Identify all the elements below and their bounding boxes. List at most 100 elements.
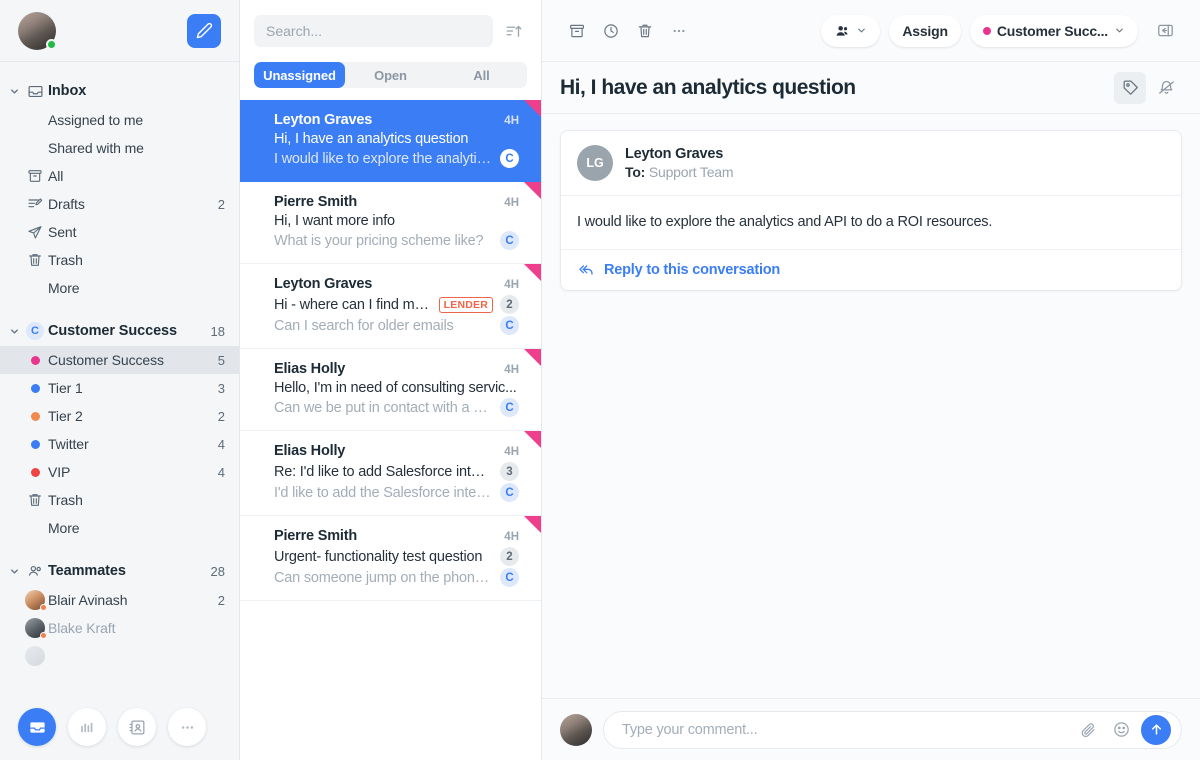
sidebar-item-trash-cs[interactable]: Trash <box>0 486 239 514</box>
filter-tab-all[interactable]: All <box>436 62 527 88</box>
emoji-button[interactable] <box>1108 717 1134 743</box>
filter-tab-unassigned[interactable]: Unassigned <box>254 62 345 88</box>
conversation-subject: Hi - where can I find my f... <box>274 296 432 313</box>
contacts-tab-button[interactable] <box>118 708 156 746</box>
conversation-row[interactable]: Elias Holly 4H Re: I'd like to add Sales… <box>240 431 541 516</box>
sidebar-item-tier-2[interactable]: Tier 2 2 <box>0 402 239 430</box>
archive-icon <box>22 168 48 184</box>
sidebar-item-blake-kraft[interactable]: Blake Kraft <box>0 614 239 642</box>
sidebar-group-teammates[interactable]: Teammates 28 <box>0 556 239 586</box>
conversation-preview: What is your pricing scheme like? <box>274 232 484 249</box>
sidebar-item-label: Customer Success <box>48 352 164 368</box>
sidebar-item-sent[interactable]: Sent <box>0 218 239 246</box>
sidebar-item-partial[interactable] <box>0 642 239 670</box>
channel-badge: C <box>500 149 519 168</box>
comment-input[interactable] <box>622 721 1068 738</box>
clock-icon <box>604 23 618 38</box>
sidebar-group-customer-success[interactable]: C Customer Success 18 <box>0 316 239 346</box>
channel-badge: C <box>500 568 519 587</box>
inbox-tab-button[interactable] <box>18 708 56 746</box>
sidebar-item-assigned-to-me[interactable]: Assigned to me <box>0 106 239 134</box>
sidebar-item-tier-1[interactable]: Tier 1 3 <box>0 374 239 402</box>
collapse-panel-button[interactable] <box>1148 14 1182 48</box>
user-avatar[interactable] <box>18 11 57 50</box>
to-label: To: <box>625 164 646 180</box>
message-meta: Leyton Graves To: Support Team <box>625 146 734 180</box>
conversation-row[interactable]: Pierre Smith 4H Hi, I want more info Wha… <box>240 182 541 264</box>
message-count-badge: 3 <box>500 462 519 481</box>
sidebar-item-count: 2 <box>217 592 225 608</box>
sidebar-item-more-cs[interactable]: More <box>0 514 239 542</box>
unread-corner-marker <box>524 100 541 117</box>
conversation-time: 4H <box>504 115 519 127</box>
sort-button[interactable] <box>501 18 527 44</box>
tag-button[interactable] <box>1114 71 1146 104</box>
conversation-list[interactable]: Leyton Graves 4H Hi, I have an analytics… <box>240 100 541 760</box>
trash-icon <box>638 24 652 37</box>
conversation-row[interactable]: Leyton Graves 4H Hi, I have an analytics… <box>240 100 541 182</box>
detail-toolbar: Assign Customer Succ... <box>542 0 1200 62</box>
sidebar-header <box>0 0 239 62</box>
unread-corner-marker <box>524 264 541 281</box>
status-dot-icon <box>22 467 48 477</box>
sidebar-item-drafts[interactable]: Drafts 2 <box>0 190 239 218</box>
page-title: Hi, I have an analytics question <box>560 75 856 99</box>
assign-label: Assign <box>902 22 948 39</box>
comment-input-wrapper <box>603 710 1182 749</box>
more-actions-button[interactable] <box>662 14 696 48</box>
attach-button[interactable] <box>1075 717 1101 743</box>
sidebar-item-twitter[interactable]: Twitter 4 <box>0 430 239 458</box>
message-card: LG Leyton Graves To: Support Team I woul… <box>560 130 1182 292</box>
sidebar-item-shared-with-me[interactable]: Shared with me <box>0 134 239 162</box>
avatar <box>22 618 48 639</box>
nav-group-inbox: Inbox Assigned to me Shared with me All <box>0 76 239 302</box>
sidebar-group-inbox[interactable]: Inbox <box>0 76 239 106</box>
status-dot-icon <box>22 383 48 393</box>
conversation-sender: Leyton Graves <box>274 276 373 292</box>
sidebar-item-count: 4 <box>217 464 225 480</box>
message-header: LG Leyton Graves To: Support Team <box>561 131 1181 195</box>
sidebar-item-count: 3 <box>217 380 225 396</box>
inbox-selector-button[interactable]: Customer Succ... <box>969 14 1138 47</box>
sidebar-item-more-inbox[interactable]: More <box>0 274 239 302</box>
message-body: I would like to explore the analytics an… <box>561 195 1181 249</box>
delete-button[interactable] <box>628 14 662 48</box>
sidebar-item-all[interactable]: All <box>0 162 239 190</box>
sidebar-nav: Inbox Assigned to me Shared with me All <box>0 62 239 694</box>
search-input[interactable] <box>254 15 493 47</box>
sidebar-item-label: Tier 2 <box>48 408 83 424</box>
conversation-subject: Hi, I want more info <box>274 213 395 229</box>
filter-tab-open[interactable]: Open <box>345 62 436 88</box>
sidebar-item-label: Assigned to me <box>48 112 144 128</box>
trash-icon <box>22 252 48 268</box>
send-button[interactable] <box>1141 714 1171 745</box>
sidebar-item-count: 4 <box>217 436 225 452</box>
inbox-selector-label: Customer Succ... <box>996 22 1108 39</box>
drafts-icon <box>22 196 48 212</box>
sidebar-item-blair-avinash[interactable]: Blair Avinash 2 <box>0 586 239 614</box>
assign-button[interactable]: Assign <box>889 14 961 47</box>
conversation-subject: Re: I'd like to add Salesforce integ... <box>274 463 493 480</box>
chevron-down-icon <box>858 28 866 33</box>
compose-button[interactable] <box>187 13 221 48</box>
online-status-dot <box>46 38 57 50</box>
unread-corner-marker <box>524 349 541 366</box>
sidebar-item-trash[interactable]: Trash <box>0 246 239 274</box>
sidebar-group-label: Teammates <box>48 563 126 579</box>
conversation-sender: Elias Holly <box>274 361 346 377</box>
conversation-row[interactable]: Pierre Smith 4H Urgent- functionality te… <box>240 516 541 601</box>
collapse-panel-icon <box>1157 24 1173 37</box>
analytics-tab-button[interactable] <box>68 708 106 746</box>
conversation-row[interactable]: Leyton Graves 4H Hi - where can I find m… <box>240 264 541 349</box>
sidebar-group-label: Inbox <box>48 83 87 99</box>
sidebar-item-vip[interactable]: VIP 4 <box>0 458 239 486</box>
snooze-button[interactable] <box>594 14 628 48</box>
people-dropdown-button[interactable] <box>821 14 881 47</box>
conversation-row[interactable]: Elias Holly 4H Hello, I'm in need of con… <box>240 349 541 431</box>
sidebar-item-customer-success[interactable]: Customer Success 5 <box>0 346 239 374</box>
sent-icon <box>22 224 48 240</box>
more-tab-button[interactable] <box>168 708 206 746</box>
reply-link[interactable]: Reply to this conversation <box>561 249 1181 290</box>
archive-button[interactable] <box>560 14 594 48</box>
mute-button[interactable] <box>1150 72 1182 104</box>
